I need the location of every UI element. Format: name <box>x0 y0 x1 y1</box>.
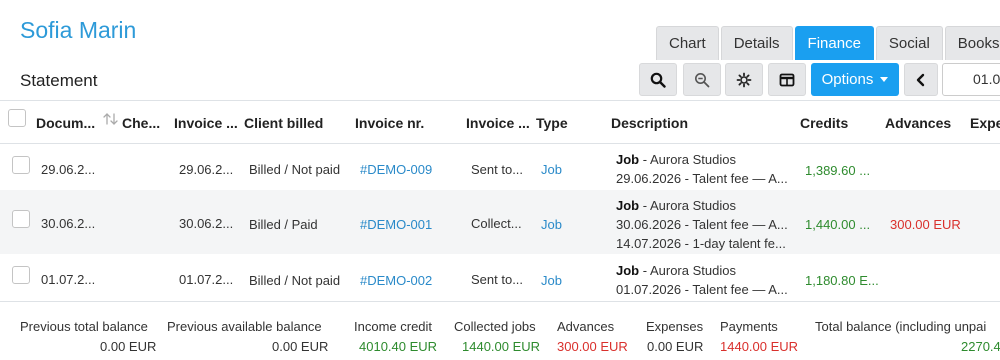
footer-divider <box>0 301 1000 302</box>
sort-icon[interactable] <box>102 112 120 126</box>
description: Job - Aurora Studios 30.06.2026 - Talent… <box>616 196 788 253</box>
type-link[interactable]: Job <box>541 162 562 177</box>
description-client: - Aurora Studios <box>639 152 736 167</box>
description-line: 14.07.2026 - 1-day talent fe... <box>616 236 786 251</box>
column-header-document[interactable]: Docum... <box>36 115 95 131</box>
document-date: 01.07.2... <box>41 272 96 287</box>
tab-details[interactable]: Details <box>720 26 793 60</box>
search-button[interactable] <box>639 63 677 96</box>
column-header-invoice-date[interactable]: Invoice ... <box>174 115 238 131</box>
invoice-status: Sent to... <box>471 162 524 177</box>
document-date: 30.06.2... <box>41 216 96 231</box>
caret-down-icon <box>880 77 889 82</box>
row-checkbox[interactable] <box>12 156 30 174</box>
column-header-advances[interactable]: Advances <box>885 115 951 131</box>
row-checkbox[interactable] <box>12 266 30 284</box>
income-credit-value: 4010.40 EUR <box>359 339 438 354</box>
columns-icon <box>779 73 795 86</box>
tab-social[interactable]: Social <box>875 26 943 60</box>
tab-finance[interactable]: Finance <box>794 26 874 60</box>
row-checkbox[interactable] <box>12 210 30 228</box>
collected-jobs-value: 1440.00 EUR <box>462 339 541 354</box>
column-header-description[interactable]: Description <box>611 115 688 131</box>
invoice-number-link[interactable]: #DEMO-002 <box>360 273 432 288</box>
previous-available-balance-label: Previous available balance <box>167 319 322 334</box>
column-header-expenses[interactable]: Expe <box>970 115 1000 131</box>
statement-title: Statement <box>20 71 98 90</box>
zoom-out-icon <box>695 72 710 87</box>
columns-button[interactable] <box>768 63 806 96</box>
payments-value: 1440.00 EUR <box>720 339 799 354</box>
description-line: 30.06.2026 - Talent fee — A... <box>616 217 788 232</box>
previous-total-balance-value: 0.00 EUR <box>100 339 157 354</box>
document-date: 29.06.2... <box>41 162 96 177</box>
invoice-date: 29.06.2... <box>179 162 234 177</box>
payments-label: Payments <box>720 319 778 334</box>
client-billed-status: Billed / Paid <box>249 217 318 232</box>
previous-available-balance-value: 0.00 EUR <box>272 339 329 354</box>
column-header-invoice-status[interactable]: Invoice ... <box>466 115 530 131</box>
description-line: 29.06.2026 - Talent fee — A... <box>616 171 788 186</box>
search-icon <box>650 72 666 88</box>
tab-books[interactable]: Books <box>944 26 1000 60</box>
credit-amount: 1,180.80 E... <box>805 273 879 288</box>
total-balance-value: 2270.4 <box>961 339 1000 354</box>
advances-value: 300.00 EUR <box>557 339 628 354</box>
invoice-number-link[interactable]: #DEMO-001 <box>360 217 432 232</box>
description-type: Job <box>616 198 640 213</box>
client-billed-status: Billed / Not paid <box>249 273 341 288</box>
options-dropdown-button[interactable]: Options <box>811 63 899 96</box>
description-line: 01.07.2026 - Talent fee — A... <box>616 282 788 297</box>
tab-bar: Chart Details Finance Social Books <box>656 26 1000 60</box>
previous-total-balance-label: Previous total balance <box>20 319 148 334</box>
previous-button[interactable] <box>904 63 938 96</box>
person-name: Sofia Marin <box>20 17 137 43</box>
column-header-invoice-nr[interactable]: Invoice nr. <box>355 115 424 131</box>
expenses-value: 0.00 EUR <box>647 339 704 354</box>
invoice-number-link[interactable]: #DEMO-009 <box>360 162 432 177</box>
invoice-date: 01.07.2... <box>179 272 234 287</box>
description-type: Job <box>616 152 640 167</box>
credit-amount: 1,440.00 ... <box>805 217 871 232</box>
income-credit-label: Income credit <box>354 319 433 334</box>
zoom-out-button[interactable] <box>683 63 721 96</box>
invoice-status: Collect... <box>471 216 522 231</box>
settings-icon <box>736 72 752 87</box>
column-header-credits[interactable]: Credits <box>800 115 848 131</box>
collected-jobs-label: Collected jobs <box>454 319 536 334</box>
credit-amount: 1,389.60 ... <box>805 163 871 178</box>
description-type: Job <box>616 263 640 278</box>
expenses-label: Expenses <box>646 319 704 334</box>
advances-label: Advances <box>557 319 615 334</box>
column-header-client-billed[interactable]: Client billed <box>244 115 323 131</box>
invoice-status: Sent to... <box>471 272 524 287</box>
description-client: - Aurora Studios <box>639 263 736 278</box>
tab-chart[interactable]: Chart <box>656 26 719 60</box>
chevron-left-icon <box>916 73 925 86</box>
client-billed-status: Billed / Not paid <box>249 162 341 177</box>
select-all-checkbox[interactable] <box>8 109 26 127</box>
column-header-check[interactable]: Che... <box>122 115 160 131</box>
invoice-date: 30.06.2... <box>179 216 234 231</box>
date-field[interactable]: 01.01 <box>942 63 1000 96</box>
description: Job - Aurora Studios 01.07.2026 - Talent… <box>616 261 788 299</box>
advance-amount: 300.00 EUR <box>890 217 961 232</box>
total-balance-label: Total balance (including unpai <box>815 319 987 334</box>
description: Job - Aurora Studios 29.06.2026 - Talent… <box>616 150 788 188</box>
settings-button[interactable] <box>725 63 763 96</box>
options-label: Options <box>821 71 874 88</box>
description-client: - Aurora Studios <box>639 198 736 213</box>
type-link[interactable]: Job <box>541 273 562 288</box>
type-link[interactable]: Job <box>541 217 562 232</box>
column-header-type[interactable]: Type <box>536 115 568 131</box>
toolbar-divider <box>0 100 1000 101</box>
